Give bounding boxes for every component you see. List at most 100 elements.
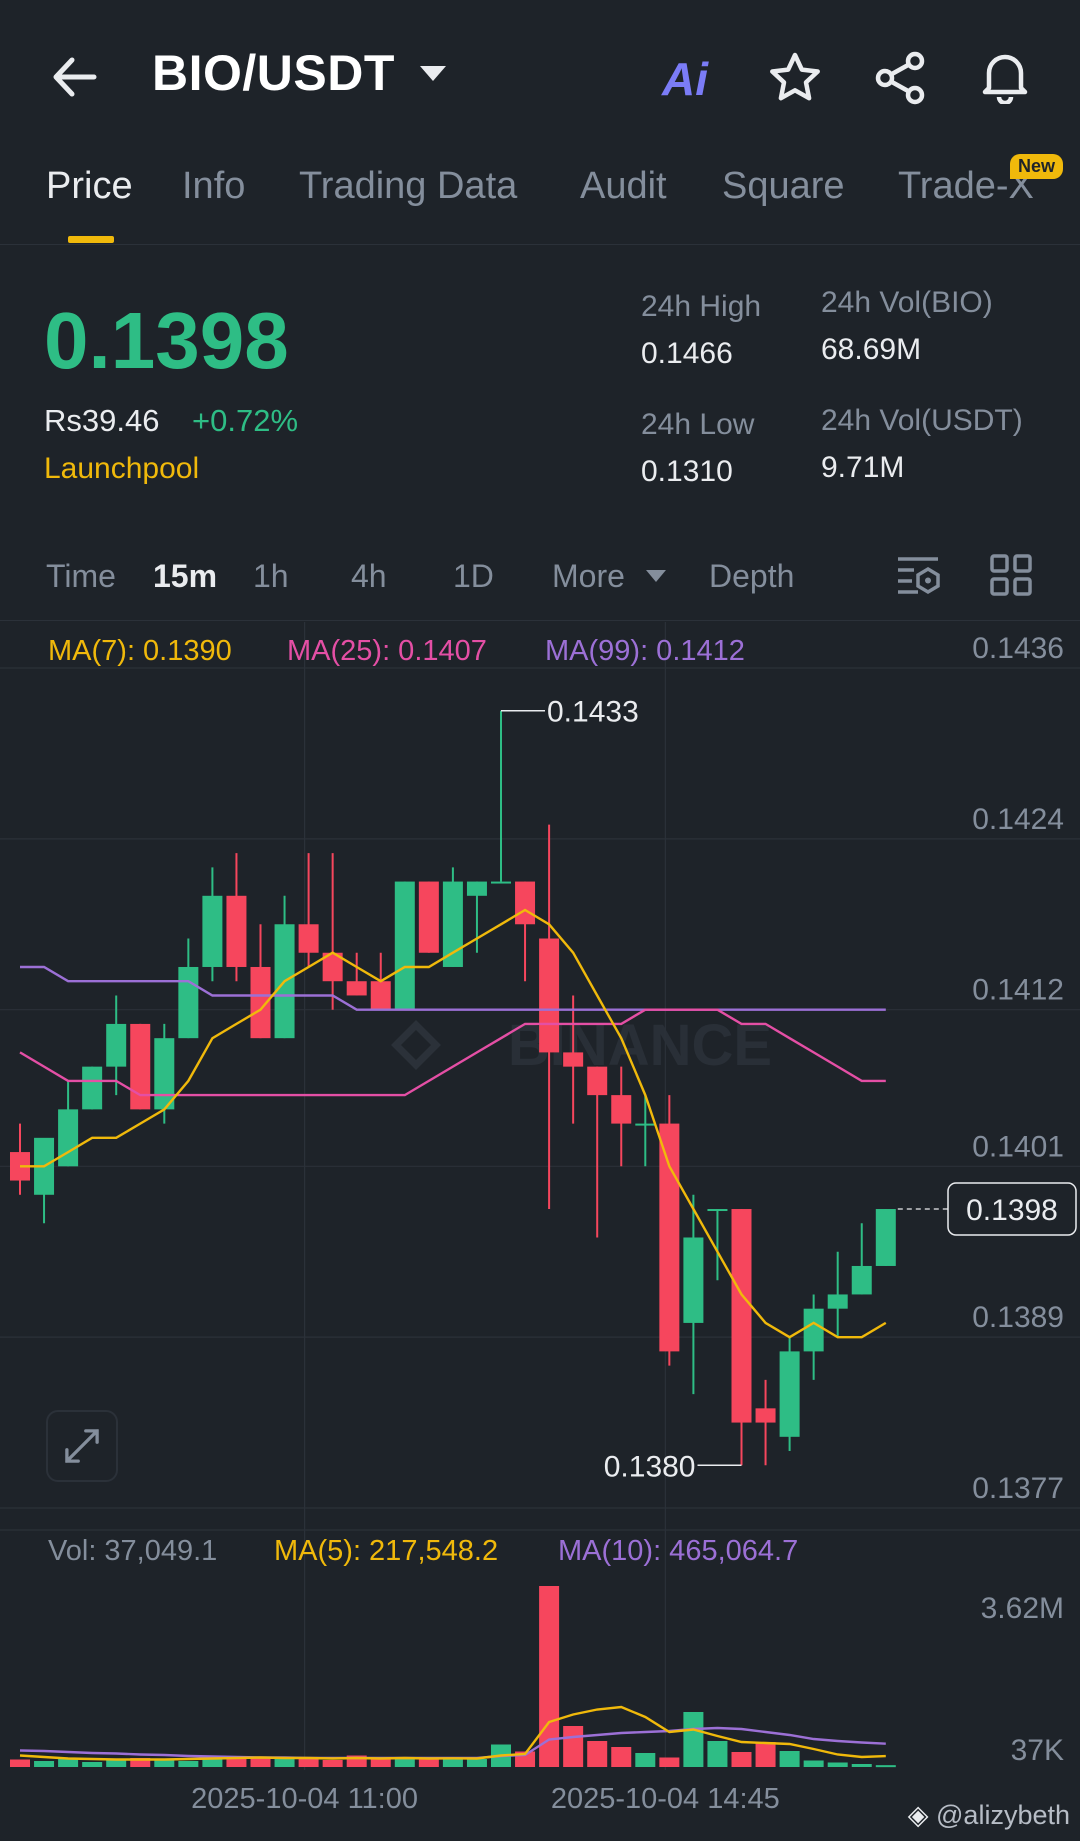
volume-bar — [370, 1759, 391, 1767]
active-tab-indicator — [68, 236, 114, 243]
binance-logo-icon: ◈ — [907, 1800, 937, 1830]
interval-time[interactable]: Time — [46, 558, 116, 595]
candle-body — [346, 981, 367, 996]
candle-body — [82, 1066, 103, 1110]
interval-1d[interactable]: 1D — [453, 558, 494, 595]
volume-bar — [635, 1753, 656, 1767]
vol-ma5-legend: MA(5): 217,548.2 — [274, 1535, 499, 1567]
ai-icon[interactable]: Ai — [662, 52, 708, 106]
candle-body — [178, 966, 199, 1039]
volume-bar — [827, 1762, 848, 1767]
tab-price[interactable]: Price — [46, 165, 133, 208]
volume-bar — [563, 1726, 584, 1767]
launchpool-tag[interactable]: Launchpool — [44, 452, 199, 486]
candle-body — [731, 1209, 752, 1423]
fullscreen-button[interactable] — [46, 1410, 118, 1482]
divider — [0, 244, 1080, 245]
volume-bar — [322, 1760, 343, 1767]
candle-body — [58, 1109, 79, 1167]
candle-body — [875, 1209, 896, 1266]
candle-body — [611, 1095, 632, 1124]
volume-bar — [851, 1764, 872, 1767]
volume-bar — [418, 1759, 439, 1767]
volume-bar — [731, 1752, 752, 1767]
low-label: 24h Low — [641, 408, 755, 441]
top-bar: BIO/USDT Ai — [0, 0, 1080, 150]
current-price-label: 0.1398 — [966, 1194, 1058, 1227]
price-axis-label: 0.1436 — [972, 632, 1064, 665]
interval-4h[interactable]: 4h — [351, 558, 387, 595]
volume-bar — [274, 1759, 295, 1767]
divider — [0, 620, 1080, 621]
candle-body — [563, 1052, 584, 1067]
candle-body — [130, 1023, 151, 1110]
candle-body — [298, 924, 319, 953]
vol-ma10-legend: MA(10): 465,064.7 — [558, 1535, 799, 1567]
back-arrow-icon[interactable] — [48, 50, 102, 104]
candle-body — [491, 881, 511, 884]
volume-bar — [178, 1761, 199, 1767]
candle-body — [202, 895, 223, 967]
fiat-price: Rs39.46 — [44, 403, 160, 438]
candle-body — [587, 1066, 608, 1096]
volume-legend: Vol: 37,049.1 — [48, 1535, 218, 1567]
depth-tab[interactable]: Depth — [709, 558, 794, 595]
indicator-settings-icon[interactable] — [896, 555, 942, 595]
volume-bar — [707, 1741, 728, 1767]
candle-body — [851, 1265, 872, 1295]
volume-bar — [875, 1765, 896, 1768]
tab-square[interactable]: Square — [722, 165, 845, 208]
price-chart[interactable]: BINANCE0.14330.13800.13980.14360.14240.1… — [0, 622, 1080, 1841]
pair-title[interactable]: BIO/USDT — [152, 44, 395, 102]
candle-body — [539, 938, 560, 1053]
more-caret-icon[interactable] — [646, 570, 666, 582]
candle-body — [755, 1408, 776, 1423]
volume-bar — [803, 1760, 824, 1767]
ma7-line — [20, 908, 887, 1339]
candle-body — [418, 881, 439, 953]
candle-body — [106, 1023, 127, 1067]
volume-bar — [779, 1751, 800, 1767]
high-marker-label: 0.1433 — [547, 696, 639, 729]
tab-trading-data[interactable]: Trading Data — [299, 165, 517, 208]
candle-body — [683, 1237, 704, 1323]
tab-info[interactable]: Info — [182, 165, 245, 208]
interval-more[interactable]: More — [552, 558, 625, 595]
candle-body — [394, 881, 415, 1010]
vol-quote-value: 9.71M — [821, 451, 905, 484]
volume-bar — [683, 1712, 704, 1767]
volume-bar — [659, 1757, 680, 1767]
price-axis-label: 0.1412 — [972, 974, 1064, 1007]
vol-base-label: 24h Vol(BIO) — [821, 286, 993, 319]
volume-bar — [466, 1759, 487, 1767]
candle-body — [226, 895, 247, 967]
volume-bar — [394, 1758, 415, 1767]
star-icon[interactable] — [767, 50, 823, 106]
candle-body — [707, 1209, 728, 1212]
ma7-legend: MA(7): 0.1390 — [48, 635, 232, 667]
bell-icon[interactable] — [977, 48, 1033, 104]
candle-body — [803, 1308, 824, 1352]
candle-body — [779, 1351, 800, 1437]
binance-logo-icon — [391, 1020, 441, 1070]
interval-1h[interactable]: 1h — [253, 558, 289, 595]
layout-grid-icon[interactable] — [990, 554, 1032, 596]
high-value: 0.1466 — [641, 337, 733, 370]
ma25-legend: MA(25): 0.1407 — [287, 635, 487, 667]
volume-bar — [755, 1742, 776, 1767]
candle-body — [442, 881, 463, 967]
interval-15m[interactable]: 15m — [153, 558, 217, 595]
caret-down-icon[interactable] — [420, 66, 446, 81]
share-icon[interactable] — [873, 50, 929, 106]
last-price: 0.1398 — [44, 296, 289, 385]
price-axis-label: 0.1389 — [972, 1301, 1064, 1334]
high-label: 24h High — [641, 290, 762, 323]
tab-audit[interactable]: Audit — [580, 165, 667, 208]
expand-icon — [65, 1429, 99, 1463]
candle-body — [827, 1294, 848, 1309]
ma99-legend: MA(99): 0.1412 — [545, 635, 745, 667]
candle-body — [659, 1123, 680, 1352]
ma99-line — [20, 965, 886, 1011]
volume-bar — [34, 1761, 55, 1767]
volume-bar — [611, 1747, 632, 1767]
